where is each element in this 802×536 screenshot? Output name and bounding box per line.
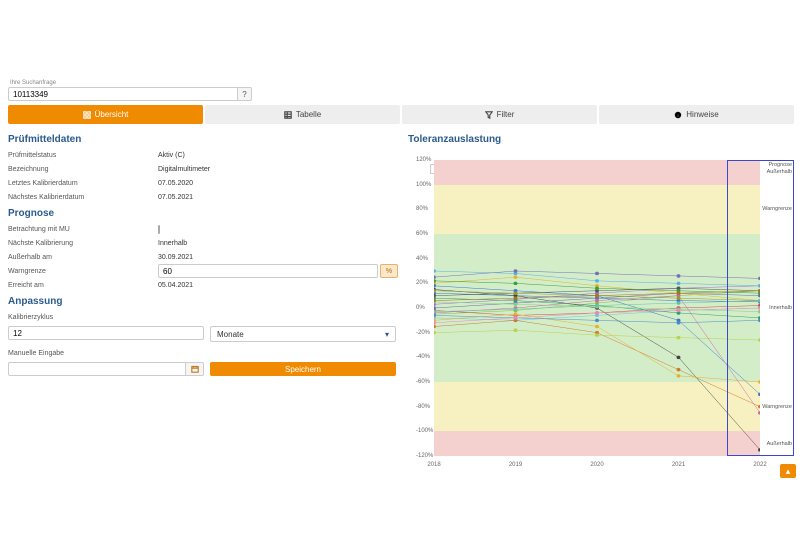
y-tick: -60% bbox=[416, 379, 430, 385]
x-tick: 2021 bbox=[672, 462, 685, 468]
tab-table[interactable]: Tabelle bbox=[205, 105, 400, 124]
legend-warngrenze-top: Warngrenze bbox=[762, 206, 792, 212]
tab-hints[interactable]: Hinweise bbox=[599, 105, 794, 124]
pm-status-k: Prüfmittelstatus bbox=[8, 152, 158, 159]
tab-overview[interactable]: Übersicht bbox=[8, 105, 203, 124]
prog-mu-k: Betrachtung mit MU bbox=[8, 226, 158, 233]
y-tick: -40% bbox=[416, 354, 430, 360]
legend-prognose: Prognose bbox=[762, 162, 792, 168]
legend-ausserhalb-top: Außerhalb bbox=[762, 169, 792, 175]
prog-nextcal-k: Nächste Kalibrierung bbox=[8, 240, 158, 247]
help-button[interactable]: ? bbox=[238, 87, 252, 101]
tab-table-label: Tabelle bbox=[296, 110, 321, 119]
prog-warn-k: Warngrenze bbox=[8, 268, 158, 275]
chart-panel: Toleranzauslastung Zoom zurücksetzen -12… bbox=[408, 130, 794, 468]
x-tick: 2020 bbox=[590, 462, 603, 468]
tab-bar: Übersicht Tabelle Filter Hinweise bbox=[8, 105, 794, 124]
prog-reach-v: 05.04.2021 bbox=[158, 282, 398, 289]
y-tick: 40% bbox=[416, 256, 428, 262]
percent-button[interactable]: % bbox=[380, 264, 398, 278]
save-button[interactable]: Speichern bbox=[210, 362, 396, 376]
tab-hints-label: Hinweise bbox=[686, 110, 718, 119]
cycle-unit-select[interactable]: Monate bbox=[210, 326, 396, 342]
y-tick: -100% bbox=[416, 428, 433, 434]
cycle-input[interactable] bbox=[8, 326, 204, 340]
tab-filter-label: Filter bbox=[497, 110, 515, 119]
dashboard-icon bbox=[83, 111, 91, 119]
search-label: Ihre Suchanfrage bbox=[10, 80, 794, 86]
calendar-button[interactable] bbox=[186, 362, 204, 376]
adj-manual-k: Manuelle Eingabe bbox=[8, 350, 158, 357]
y-tick: -120% bbox=[416, 453, 433, 459]
prog-nextcal-v: Innerhalb bbox=[158, 240, 398, 247]
filter-icon bbox=[485, 111, 493, 119]
cycle-unit-label: Monate bbox=[217, 330, 244, 339]
prog-out-k: Außerhalb am bbox=[8, 254, 158, 261]
pm-last-k: Letztes Kalibrierdatum bbox=[8, 180, 158, 187]
prog-out-v: 30.09.2021 bbox=[158, 254, 398, 261]
mu-checkbox[interactable] bbox=[158, 225, 160, 234]
pm-next-v: 07.05.2021 bbox=[158, 194, 398, 201]
pm-bez-v: Digitalmultimeter bbox=[158, 166, 398, 173]
details-panel: Prüfmitteldaten PrüfmittelstatusAktiv (C… bbox=[8, 130, 398, 468]
tab-overview-label: Übersicht bbox=[95, 110, 129, 119]
x-tick: 2018 bbox=[427, 462, 440, 468]
search-input[interactable] bbox=[8, 87, 238, 101]
pm-next-k: Nächstes Kalibrierdatum bbox=[8, 194, 158, 201]
chart-title: Toleranzauslastung bbox=[408, 134, 794, 145]
y-tick: 0% bbox=[416, 305, 425, 311]
y-tick: -80% bbox=[416, 404, 430, 410]
chart-lines bbox=[434, 160, 760, 456]
legend-warngrenze-bot: Warngrenze bbox=[762, 404, 792, 410]
section-pruefmittel: Prüfmitteldaten bbox=[8, 134, 398, 145]
y-tick: 120% bbox=[416, 157, 431, 163]
calendar-icon bbox=[191, 365, 199, 373]
pm-status-v: Aktiv (C) bbox=[158, 152, 398, 159]
y-tick: -20% bbox=[416, 330, 430, 336]
pm-bez-k: Bezeichnung bbox=[8, 166, 158, 173]
y-tick: 80% bbox=[416, 206, 428, 212]
section-anpassung: Anpassung bbox=[8, 296, 398, 307]
y-tick: 20% bbox=[416, 280, 428, 286]
adj-cycle-k: Kalibrierzyklus bbox=[8, 314, 158, 321]
table-icon bbox=[284, 111, 292, 119]
x-tick: 2022 bbox=[753, 462, 766, 468]
x-tick: 2019 bbox=[509, 462, 522, 468]
section-prognose: Prognose bbox=[8, 208, 398, 219]
scroll-top-button[interactable]: ▴ bbox=[780, 464, 796, 478]
manual-date-input[interactable] bbox=[8, 362, 186, 376]
pm-last-v: 07.05.2020 bbox=[158, 180, 398, 187]
legend-ausserhalb-bot: Außerhalb bbox=[762, 441, 792, 447]
y-tick: 100% bbox=[416, 182, 431, 188]
info-icon bbox=[674, 111, 682, 119]
warn-input[interactable] bbox=[158, 264, 378, 278]
legend-innerhalb: Innerhalb bbox=[762, 305, 792, 311]
y-tick: 60% bbox=[416, 231, 428, 237]
tab-filter[interactable]: Filter bbox=[402, 105, 597, 124]
tolerance-chart[interactable]: Zoom zurücksetzen -120%-100%-80%-60%-40%… bbox=[408, 148, 794, 468]
prog-reach-k: Erreicht am bbox=[8, 282, 158, 289]
